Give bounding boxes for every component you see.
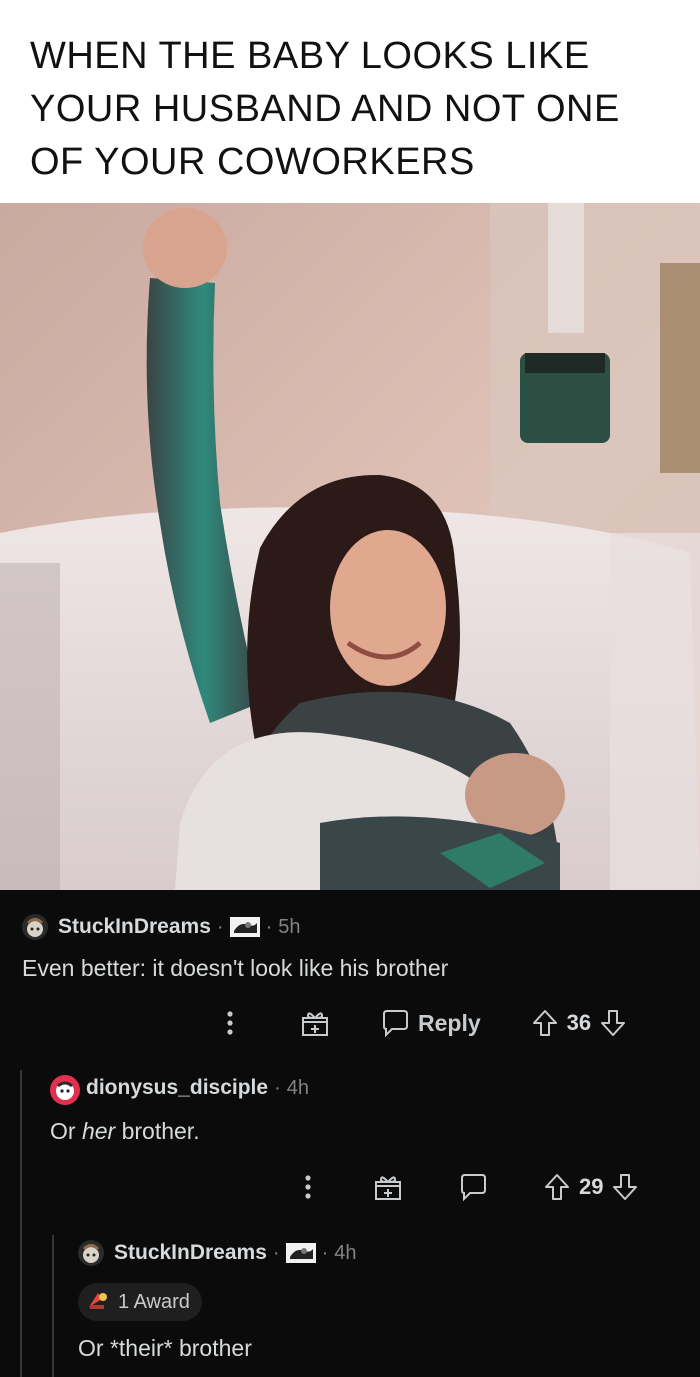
comment-1-meta: StuckInDreams · · 5h — [22, 912, 301, 942]
thread-line[interactable] — [52, 1235, 54, 1377]
comment-2-meta: dionysus_disciple · 4h — [50, 1073, 309, 1105]
comment-2-score: 29 — [579, 1174, 604, 1199]
comment-1-score: 36 — [566, 1010, 592, 1035]
award-label: 1 Award — [118, 1290, 190, 1313]
downvote-button[interactable] — [599, 1008, 627, 1038]
upvote-button[interactable] — [531, 1008, 559, 1038]
downvote-button[interactable] — [611, 1172, 639, 1202]
upvote-arrow-icon — [532, 1010, 557, 1036]
separator-dot: · — [321, 1241, 329, 1264]
comment-3-username[interactable]: StuckInDreams — [114, 1241, 267, 1265]
meme-photo — [0, 203, 700, 890]
comment-1-time: 5h — [278, 915, 301, 938]
comment-3-meta: StuckInDreams · · 4h — [78, 1238, 357, 1268]
comment-2-actions: 29 — [298, 1172, 639, 1202]
award-badge[interactable]: 1 Award — [78, 1283, 202, 1321]
gift-icon[interactable] — [373, 1172, 403, 1202]
comment-thread: StuckInDreams · · 5h Even better: it doe… — [0, 890, 700, 1377]
comment-2-body-emphasis: her — [81, 1118, 116, 1144]
user-flair-icon — [229, 917, 260, 937]
thread-line[interactable] — [20, 1070, 22, 1377]
upvote-arrow-icon — [545, 1174, 569, 1200]
comment-1-username[interactable]: StuckInDreams — [58, 915, 211, 939]
comment-2-body-suffix: brother. — [115, 1118, 200, 1144]
comment-1-body: Even better: it doesn't look like his br… — [22, 955, 449, 981]
overflow-menu-icon[interactable] — [220, 1008, 240, 1038]
award-icon — [86, 1289, 110, 1316]
meme-caption-panel: WHEN THE BABY LOOKS LIKE YOUR HUSBAND AN… — [0, 0, 700, 203]
gift-icon[interactable] — [300, 1008, 330, 1038]
downvote-arrow-icon — [601, 1010, 626, 1036]
separator-dot: · — [274, 1076, 281, 1099]
user-avatar-icon[interactable] — [78, 1240, 104, 1266]
comment-3-time: 4h — [334, 1241, 357, 1264]
comment-1-actions: Reply 36 — [220, 1008, 627, 1038]
separator-dot: · — [216, 915, 224, 938]
comment-3-body: Or *their* brother — [78, 1335, 252, 1361]
comment-2-body-prefix: Or — [50, 1118, 82, 1144]
photo-illustration — [0, 203, 700, 890]
comment-bubble-icon — [461, 1174, 486, 1202]
reply-button[interactable] — [458, 1172, 488, 1202]
upvote-button[interactable] — [543, 1172, 571, 1202]
reply-label: Reply — [418, 1009, 481, 1036]
user-avatar-icon[interactable] — [22, 914, 48, 940]
comment-2-body: Or her brother. — [50, 1118, 200, 1145]
separator-dot: · — [272, 1241, 280, 1264]
separator-dot: · — [265, 915, 273, 938]
reply-button[interactable]: Reply — [380, 1008, 481, 1038]
comment-2-time: 4h — [286, 1076, 309, 1099]
user-avatar-icon[interactable] — [50, 1075, 80, 1105]
comment-2-username[interactable]: dionysus_disciple — [86, 1076, 268, 1100]
overflow-menu-icon[interactable] — [298, 1172, 318, 1202]
downvote-arrow-icon — [613, 1174, 638, 1200]
user-flair-icon — [285, 1243, 316, 1263]
meme-caption: WHEN THE BABY LOOKS LIKE YOUR HUSBAND AN… — [30, 35, 620, 183]
comment-bubble-icon — [383, 1010, 408, 1038]
